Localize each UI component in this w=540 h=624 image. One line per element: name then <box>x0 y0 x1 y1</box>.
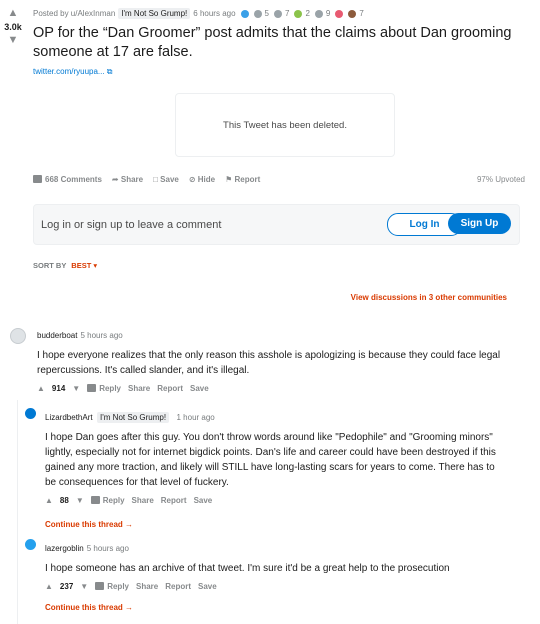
award-1-icon[interactable] <box>240 9 249 18</box>
save-button[interactable]: Save <box>190 384 209 393</box>
hide-button[interactable]: ⊘ Hide <box>189 175 215 184</box>
comment-author[interactable]: lazergoblin <box>45 544 84 553</box>
comment-actions: ▲ 914 ▼ Reply Share Report Save <box>37 384 508 393</box>
comment-body: I hope everyone realizes that the only r… <box>37 350 501 376</box>
comment-time[interactable]: 5 hours ago <box>80 331 122 340</box>
save-button[interactable]: □ Save <box>153 175 179 184</box>
login-prompt: Log in or sign up to leave a comment <box>41 218 222 231</box>
share-button[interactable]: Share <box>136 582 158 591</box>
comment-icon <box>95 582 105 590</box>
post-time[interactable]: 6 hours ago <box>193 9 235 18</box>
tweet-deleted-text: This Tweet has been deleted. <box>223 119 347 131</box>
continue-thread-link[interactable]: Continue this thread → <box>45 520 508 529</box>
downvote-icon[interactable]: ▼ <box>72 384 80 393</box>
award-6-icon[interactable] <box>335 9 344 18</box>
sort-dropdown[interactable]: BEST ▾ <box>71 261 97 270</box>
comment-login-box: Log in or sign up to leave a comment Log… <box>33 204 520 245</box>
upvote-icon[interactable]: ▲ <box>37 384 45 393</box>
posted-by[interactable]: Posted by u/AlexInman <box>33 9 115 18</box>
report-button[interactable]: Report <box>161 496 187 505</box>
comment-actions: ▲ 237 ▼ Reply Share Report Save <box>45 582 508 591</box>
post-link[interactable]: twitter.com/ryuupa... ⧉ <box>33 67 532 77</box>
award-5-icon[interactable] <box>314 9 323 18</box>
comments-button[interactable]: 668 Comments <box>33 175 102 184</box>
reply-button[interactable]: Reply <box>90 496 125 505</box>
award-3-count: 7 <box>285 9 290 18</box>
award-7-count: 7 <box>359 9 364 18</box>
upvote-icon[interactable]: ▲ <box>0 8 26 19</box>
comment-time[interactable]: 1 hour ago <box>177 413 215 422</box>
reply-button[interactable]: Reply <box>87 384 121 393</box>
comment-time[interactable]: 5 hours ago <box>87 544 129 553</box>
downvote-icon[interactable]: ▼ <box>80 582 88 591</box>
reply-button[interactable]: Reply <box>95 582 129 591</box>
comment-body: I hope Dan goes after this guy. You don'… <box>45 432 496 488</box>
share-button[interactable]: Share <box>132 496 154 505</box>
other-discussions-link[interactable]: View discussions in 3 other communities <box>351 293 507 302</box>
comment-score: 237 <box>59 582 74 591</box>
user-avatar-icon[interactable] <box>25 539 36 550</box>
upvoted-percent: 97% Upvoted <box>476 175 525 184</box>
comment-author[interactable]: LizardbethArt <box>45 413 93 422</box>
sign-up-button[interactable]: Sign Up <box>448 213 511 234</box>
award-2-count: 5 <box>264 9 269 18</box>
award-2-icon[interactable] <box>253 9 262 18</box>
comment-icon <box>87 384 97 392</box>
save-button[interactable]: Save <box>194 496 213 505</box>
flag-icon: ⚑ <box>225 175 235 184</box>
user-flair: I'm Not So Grump! <box>97 412 170 423</box>
report-button[interactable]: Report <box>165 582 191 591</box>
comment-score: 914 <box>51 384 66 393</box>
deleted-tweet-embed: This Tweet has been deleted. <box>175 93 395 157</box>
hide-icon: ⊘ <box>188 175 198 184</box>
sort-control: SORT BY BEST ▾ <box>33 261 97 270</box>
comment-budderboat: budderboat 5 hours ago I hope everyone re… <box>8 325 508 393</box>
downvote-icon[interactable]: ▼ <box>76 496 84 505</box>
post-score: 3.0k <box>4 22 22 32</box>
user-avatar-icon[interactable] <box>25 408 36 419</box>
share-button[interactable]: ➦ Share <box>112 175 143 184</box>
comment-author[interactable]: budderboat <box>37 331 77 340</box>
post-actions: 668 Comments ➦ Share □ Save ⊘ Hide ⚑ Rep… <box>33 175 525 184</box>
share-button[interactable]: Share <box>128 384 150 393</box>
snoo-avatar-icon[interactable] <box>10 328 26 344</box>
downvote-icon[interactable]: ▼ <box>0 35 26 46</box>
award-5-count: 9 <box>325 9 331 18</box>
post-title[interactable]: OP for the “Dan Groomer” post admits tha… <box>33 24 532 62</box>
share-icon: ➦ <box>111 175 121 184</box>
award-4-count: 2 <box>305 9 310 18</box>
upvote-icon[interactable]: ▲ <box>45 582 53 591</box>
comment-icon <box>33 175 42 183</box>
comment-lazergoblin: lazergoblin 5 hours ago I hope someone ha… <box>24 538 508 612</box>
comment-lizardbethart: LizardbethArt I'm Not So Grump! 1 hour a… <box>24 407 508 529</box>
comment-body: I hope someone has an archive of that tw… <box>45 563 450 574</box>
save-button[interactable]: Save <box>198 582 217 591</box>
comment-icon <box>90 496 100 504</box>
report-button[interactable]: ⚑ Report <box>225 175 260 184</box>
comment-score: 88 <box>59 496 69 505</box>
user-flair: I'm Not So Grump! <box>118 8 191 19</box>
award-7-icon[interactable] <box>348 9 357 18</box>
sort-label: SORT BY <box>33 261 67 270</box>
comment-actions: ▲ 88 ▼ Reply Share Report Save <box>45 496 508 505</box>
post-meta: Posted by u/AlexInman I'm Not So Grump! … <box>33 8 532 19</box>
post-vote-column: ▲ 3.0k ▼ <box>0 8 26 46</box>
continue-thread-link[interactable]: Continue this thread → <box>45 603 508 612</box>
post: Posted by u/AlexInman I'm Not So Grump! … <box>33 8 532 77</box>
upvote-icon[interactable]: ▲ <box>45 496 53 505</box>
report-button[interactable]: Report <box>157 384 183 393</box>
award-3-icon[interactable] <box>274 9 282 18</box>
thread-line[interactable] <box>17 400 18 624</box>
award-4-icon[interactable] <box>294 9 303 18</box>
